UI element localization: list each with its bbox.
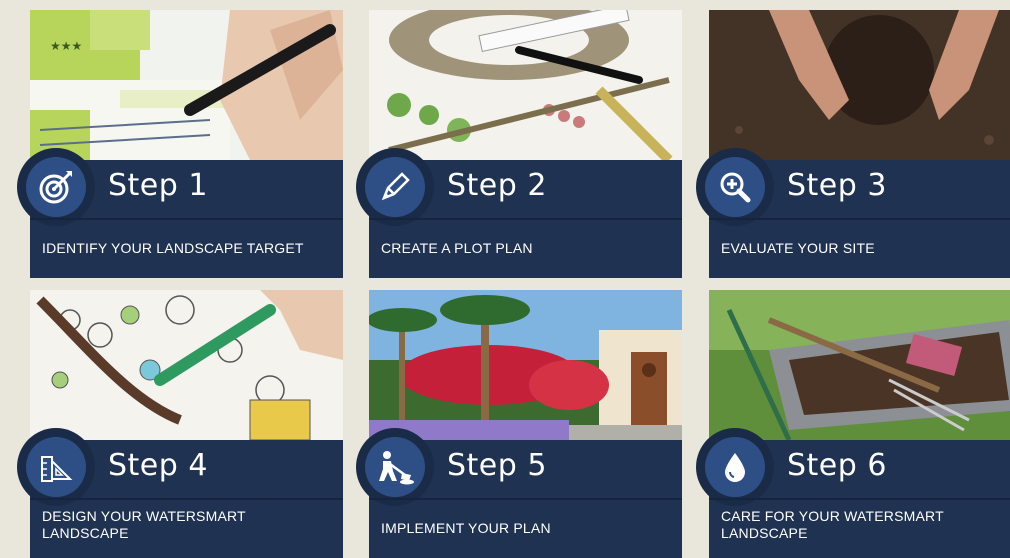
step-1-icon-ring bbox=[17, 148, 95, 226]
step-2-divider bbox=[369, 218, 682, 220]
step-card-1[interactable]: ★★★ Step 1 IDENTIFY YOUR LANDSCAPE TARGE… bbox=[17, 10, 343, 278]
step-3-title: Step 3 bbox=[787, 168, 887, 203]
step-1-caption[interactable]: IDENTIFY YOUR LANDSCAPE TARGET bbox=[42, 240, 332, 257]
step-6-caption[interactable]: CARE FOR YOUR WATERSMART LANDSCAPE bbox=[721, 508, 961, 542]
step-5-photo bbox=[369, 290, 682, 440]
step-5-caption[interactable]: IMPLEMENT YOUR PLAN bbox=[381, 520, 671, 537]
step-4-icon-ring bbox=[17, 428, 95, 506]
svg-text:★★★: ★★★ bbox=[50, 39, 82, 53]
step-1-photo: ★★★ bbox=[30, 10, 343, 160]
step-card-4[interactable]: Step 4 DESIGN YOUR WATERSMART LANDSCAPE bbox=[17, 290, 343, 558]
step-3-photo bbox=[709, 10, 1010, 160]
step-6-photo bbox=[709, 290, 1010, 440]
step-1-title: Step 1 bbox=[108, 168, 208, 203]
step-2-title: Step 2 bbox=[447, 168, 547, 203]
step-card-5[interactable]: Step 5 IMPLEMENT YOUR PLAN bbox=[356, 290, 682, 558]
step-2-photo bbox=[369, 10, 682, 160]
target-icon bbox=[26, 157, 86, 217]
step-6-divider bbox=[709, 498, 1010, 500]
step-5-divider bbox=[369, 498, 682, 500]
step-4-photo bbox=[30, 290, 343, 440]
step-card-6[interactable]: Step 6 CARE FOR YOUR WATERSMART LANDSCAP… bbox=[696, 290, 1010, 558]
ruler-triangle-icon bbox=[26, 437, 86, 497]
step-4-divider bbox=[30, 498, 343, 500]
pencil-icon bbox=[365, 157, 425, 217]
step-card-3[interactable]: Step 3 EVALUATE YOUR SITE bbox=[696, 10, 1010, 278]
water-drop-icon bbox=[705, 437, 765, 497]
step-6-title: Step 6 bbox=[787, 448, 887, 483]
step-card-2[interactable]: Step 2 CREATE A PLOT PLAN bbox=[356, 10, 682, 278]
step-4-caption[interactable]: DESIGN YOUR WATERSMART LANDSCAPE bbox=[42, 508, 272, 542]
step-5-title: Step 5 bbox=[447, 448, 547, 483]
step-1-divider bbox=[30, 218, 343, 220]
step-6-icon-ring bbox=[696, 428, 774, 506]
worker-shovel-icon bbox=[365, 437, 425, 497]
step-3-caption[interactable]: EVALUATE YOUR SITE bbox=[721, 240, 1010, 257]
step-5-icon-ring bbox=[356, 428, 434, 506]
step-4-title: Step 4 bbox=[108, 448, 208, 483]
step-2-icon-ring bbox=[356, 148, 434, 226]
magnifier-plus-icon bbox=[705, 157, 765, 217]
step-2-caption[interactable]: CREATE A PLOT PLAN bbox=[381, 240, 671, 257]
step-3-icon-ring bbox=[696, 148, 774, 226]
step-3-divider bbox=[709, 218, 1010, 220]
